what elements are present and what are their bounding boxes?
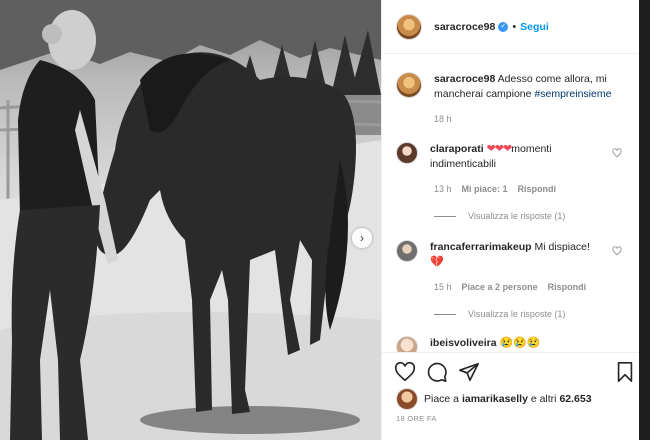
caption-time: 18 h: [434, 114, 452, 124]
caption-text: saracroce98 Adesso come allora, mi manch…: [434, 72, 629, 102]
likes-prefix: Piace a: [424, 393, 462, 405]
replies-divider: [434, 313, 456, 315]
comment-hearts: ❤❤❤: [486, 143, 513, 155]
post-actions: [382, 352, 640, 388]
comment-body: ibeisvoliveira 😢😢😢: [430, 336, 610, 352]
likes-suffix: e altri: [527, 393, 560, 405]
comment-username[interactable]: claraporati: [430, 143, 484, 155]
comment-likes[interactable]: Piace a 2 persone: [462, 282, 538, 292]
like-comment-heart-icon[interactable]: [612, 246, 622, 256]
commenter-avatar[interactable]: [396, 142, 418, 164]
bookmark-icon[interactable]: [614, 361, 636, 383]
caption-avatar[interactable]: [396, 72, 422, 98]
background-edge: [639, 0, 650, 440]
replies-divider: [434, 215, 456, 217]
comment-meta: 15 h Piace a 2 persone Rispondi: [434, 282, 586, 292]
liker-avatar[interactable]: [396, 388, 418, 410]
comment-body: francaferrarimakeup Mi dispiace! 💔: [430, 240, 610, 270]
verified-badge-icon: ✓: [498, 21, 509, 32]
share-icon[interactable]: [458, 361, 480, 383]
post-side-panel: saracroce98 ✓ • Segui saracroce98 Adesso…: [381, 0, 640, 440]
caption-username[interactable]: saracroce98: [434, 73, 495, 85]
comment-icon[interactable]: [426, 361, 448, 383]
author-username[interactable]: saracroce98: [434, 21, 495, 33]
view-replies[interactable]: Visualizza le risposte (1): [434, 211, 565, 221]
view-replies-label[interactable]: Visualizza le risposte (1): [468, 309, 565, 319]
commenter-avatar[interactable]: [396, 336, 418, 352]
comment-text: Mi dispiace!: [534, 241, 590, 253]
post-photo[interactable]: ›: [0, 0, 381, 440]
comment-username[interactable]: francaferrarimakeup: [430, 241, 532, 253]
likes-user[interactable]: iamarikaselly: [462, 393, 528, 405]
comment-item: francaferrarimakeup Mi dispiace! 💔: [396, 240, 632, 270]
likes-text: Piace a iamarikaselly e altri 62.653: [424, 393, 592, 405]
caption-hashtag[interactable]: #sempreinsieme: [534, 88, 611, 100]
reply-button[interactable]: Rispondi: [518, 184, 557, 194]
comment-emojis: 😢😢😢: [499, 337, 541, 349]
photo-illustration: [0, 0, 381, 440]
view-replies[interactable]: Visualizza le risposte (1): [434, 309, 565, 319]
header-separator: •: [512, 20, 517, 33]
comment-item: claraporati ❤❤❤momenti indimenticabili: [396, 142, 632, 172]
post-caption: saracroce98 Adesso come allora, mi manch…: [396, 72, 632, 102]
heart-icon[interactable]: [394, 361, 416, 383]
comment-likes[interactable]: Mi piace: 1: [462, 184, 508, 194]
like-comment-heart-icon[interactable]: [612, 148, 622, 158]
chevron-right-icon: ›: [360, 231, 364, 245]
view-replies-label[interactable]: Visualizza le risposte (1): [468, 211, 565, 221]
next-photo-button[interactable]: ›: [352, 228, 372, 248]
comment-username[interactable]: ibeisvoliveira: [430, 337, 497, 349]
post-time-ago: 18 ORE FA: [396, 414, 437, 423]
instagram-post: › saracroce98 ✓ • Segui saracroce98 Ades…: [0, 0, 650, 440]
comment-time: 13 h: [434, 184, 452, 194]
post-header: saracroce98 ✓ • Segui: [382, 0, 640, 54]
reply-button[interactable]: Rispondi: [548, 282, 587, 292]
likes-summary: Piace a iamarikaselly e altri 62.653: [396, 388, 636, 410]
commenter-avatar[interactable]: [396, 240, 418, 262]
follow-button[interactable]: Segui: [520, 21, 549, 33]
comment-body: claraporati ❤❤❤momenti indimenticabili: [430, 142, 610, 172]
author-avatar[interactable]: [396, 13, 422, 40]
likes-count[interactable]: 62.653: [559, 393, 591, 405]
comment-time: 15 h: [434, 282, 452, 292]
comment-item: ibeisvoliveira 😢😢😢: [396, 336, 632, 352]
broken-heart-emoji: 💔: [430, 256, 444, 268]
comments-list[interactable]: saracroce98 Adesso come allora, mi manch…: [382, 60, 640, 352]
comment-meta: 13 h Mi piace: 1 Rispondi: [434, 184, 556, 194]
